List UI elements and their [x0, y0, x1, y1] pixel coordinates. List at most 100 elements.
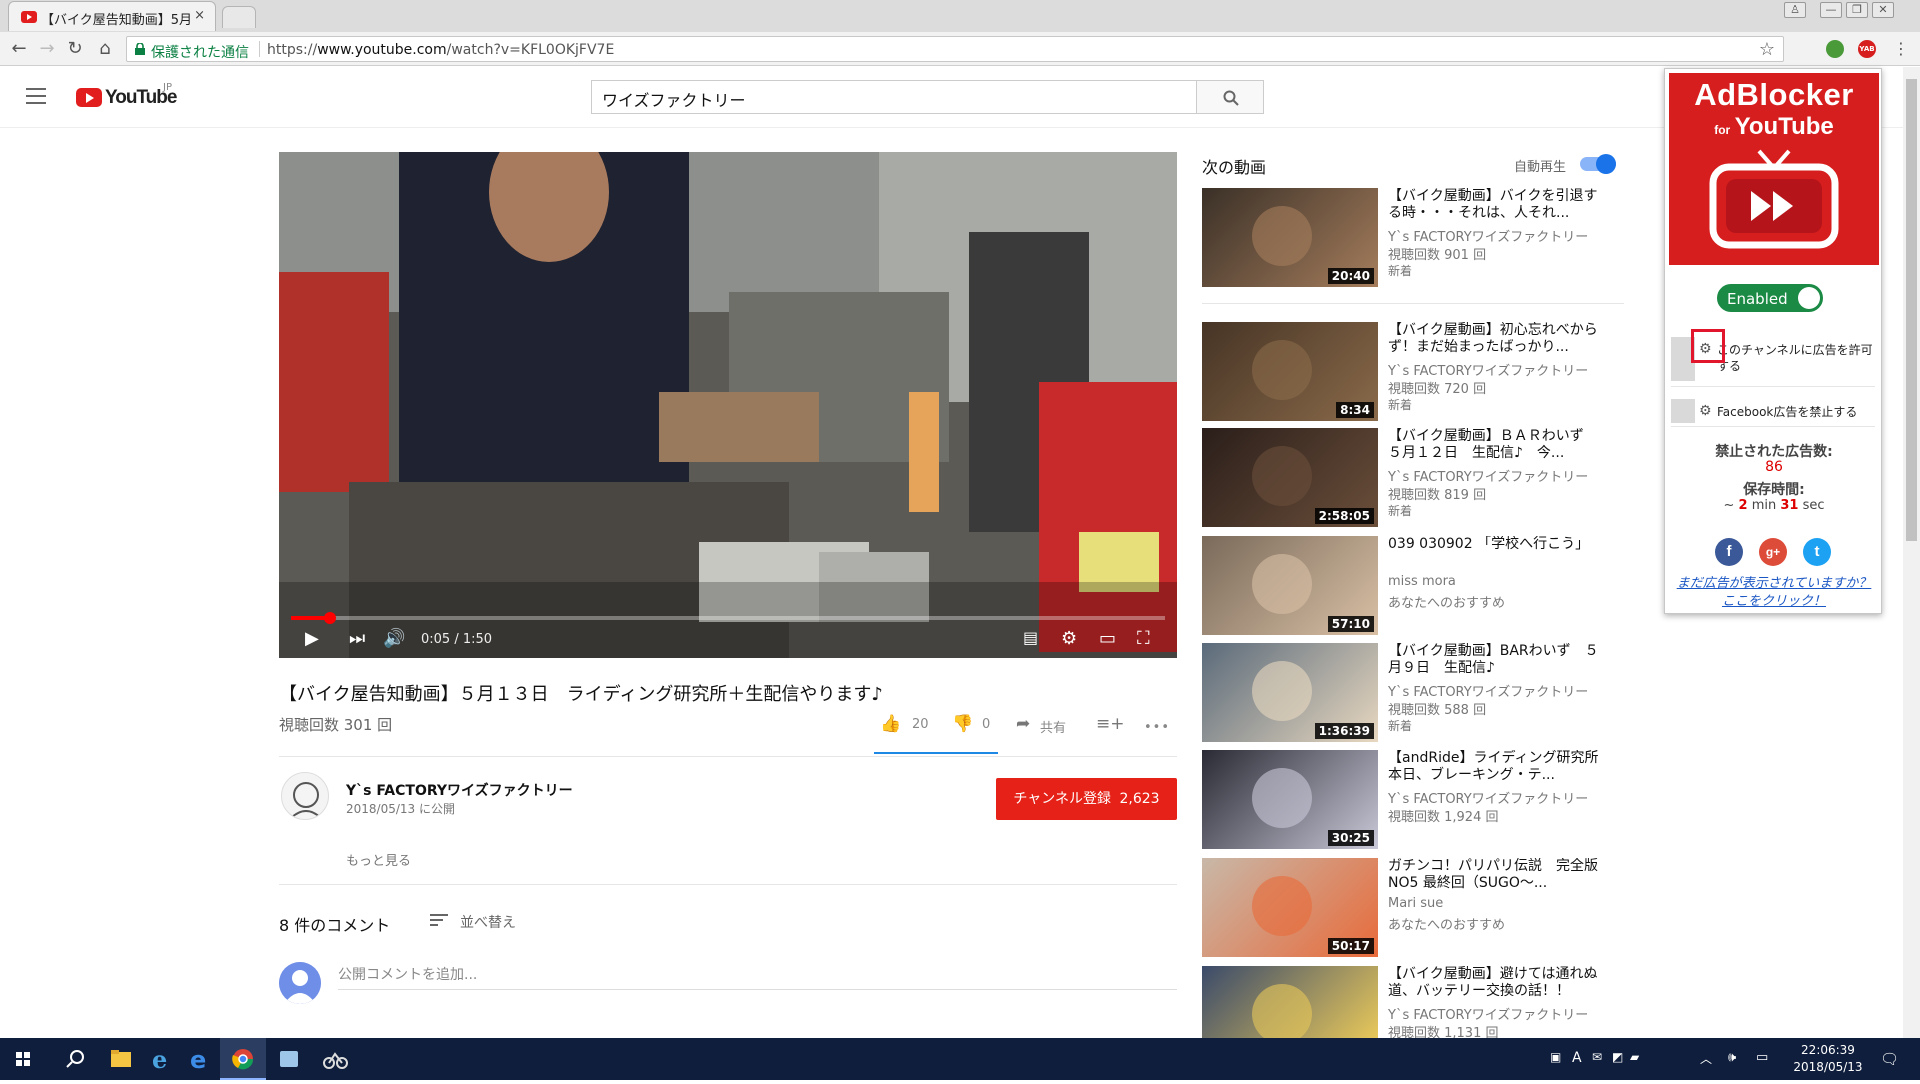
restore-button[interactable]: ❐	[1846, 2, 1868, 18]
enabled-toggle[interactable]: Enabled	[1717, 284, 1823, 312]
video-thumbnail[interactable]: 57:10	[1202, 536, 1378, 635]
more-actions-icon[interactable]: •••	[1144, 720, 1170, 735]
adblocker-title: AdBlocker	[1694, 77, 1854, 112]
video-title[interactable]: ガチンコ！パリパリ伝説 完全版 NO5 最終回（SUGO～...	[1388, 858, 1602, 894]
tray-icon[interactable]: ▰	[1630, 1050, 1639, 1064]
hamburger-menu-icon[interactable]	[26, 88, 46, 104]
comment-input[interactable]: 公開コメントを追加...	[338, 964, 1177, 990]
share-label[interactable]: 共有	[1040, 717, 1066, 736]
new-tab-button[interactable]	[222, 6, 256, 28]
tab-close-icon[interactable]: ×	[194, 8, 205, 23]
play-icon[interactable]: ▶	[305, 628, 319, 649]
network-icon[interactable]: ▭	[1756, 1050, 1768, 1065]
sort-button[interactable]: 並べ替え	[460, 912, 516, 932]
ime-mode-indicator[interactable]: A	[1572, 1050, 1582, 1066]
clock-time[interactable]: 22:06:39	[1790, 1043, 1866, 1057]
recommendation-item[interactable]: 30:25 【andRide】ライディング研究所 本日、ブレーキング・テ... Y`…	[1202, 750, 1622, 850]
back-icon[interactable]: ←	[8, 38, 30, 60]
start-button[interactable]	[0, 1038, 46, 1080]
add-to-playlist-icon[interactable]: ≡+	[1096, 714, 1125, 734]
theater-mode-icon[interactable]: ▭	[1099, 628, 1116, 649]
scrollbar-thumb[interactable]	[1906, 79, 1917, 541]
clock-date[interactable]: 2018/05/13	[1790, 1060, 1866, 1074]
show-hidden-icons-icon[interactable]: ︿	[1700, 1050, 1712, 1067]
video-thumbnail[interactable]: 8:34	[1202, 322, 1378, 421]
secure-connection-label[interactable]: 保護された通信	[151, 42, 249, 62]
tray-icon[interactable]: ✉	[1592, 1050, 1602, 1064]
tab-active[interactable]: 【バイク屋告知動画】5月 ×	[8, 1, 216, 31]
video-thumbnail[interactable]: 1:36:39	[1202, 643, 1378, 742]
chrome-button[interactable]	[220, 1038, 266, 1080]
share-icon[interactable]: ➦	[1016, 714, 1030, 734]
chrome-menu-icon[interactable]: ⋮	[1890, 38, 1912, 60]
notifications-icon[interactable]: 🗨	[1880, 1050, 1899, 1068]
next-icon[interactable]: ⏭	[349, 628, 365, 649]
up-next-label: 次の動画	[1202, 158, 1267, 177]
video-thumbnail[interactable]: 30:25	[1202, 750, 1378, 849]
recommendation-item[interactable]: 57:10 039 030902 「学校へ行こう」 miss mora あなたへのおす…	[1202, 536, 1622, 636]
block-facebook-checkbox[interactable]	[1671, 399, 1695, 423]
video-player[interactable]: ▶ ⏭ 🔊 0:05 / 1:50 ▤ ⚙ ▭ ⛶	[279, 152, 1177, 658]
recommendation-item[interactable]: 2:58:05 【バイク屋動画】ＢＡＲわいず ５月１２日 生配信♪ 今... Y`s…	[1202, 428, 1622, 528]
page-scrollbar[interactable]	[1903, 67, 1920, 1038]
address-bar[interactable]: 保護された通信 https://www.youtube.com/watch?v=…	[126, 36, 1784, 62]
bookmark-star-icon[interactable]: ☆	[1759, 39, 1775, 60]
channel-name[interactable]: Y`s FACTORYワイズファクトリー	[346, 780, 573, 800]
like-icon[interactable]: 👍	[880, 714, 901, 734]
settings-gear-icon[interactable]: ⚙	[1061, 628, 1077, 649]
search-button[interactable]	[1196, 80, 1264, 114]
subtitles-icon[interactable]: ▤	[1023, 628, 1038, 647]
facebook-icon[interactable]: f	[1715, 538, 1743, 566]
adblocker-extension-icon[interactable]: YAB	[1858, 40, 1876, 58]
recommendation-item[interactable]: 【バイク屋動画】避けては通れぬ道、バッテリー交換の話！！ Y`s FACTORYワ…	[1202, 966, 1622, 1046]
profile-icon[interactable]: ♙	[1784, 2, 1806, 18]
volume-icon[interactable]: 🕪	[1728, 1050, 1736, 1065]
blocked-ads-label: 禁止された広告数:	[1715, 444, 1833, 460]
video-title[interactable]: 【andRide】ライディング研究所 本日、ブレーキング・テ...	[1388, 750, 1602, 786]
close-window-button[interactable]: ✕	[1872, 2, 1894, 18]
extension-leaf-icon[interactable]	[1826, 40, 1844, 58]
channel-avatar[interactable]	[281, 772, 329, 820]
show-more-link[interactable]: もっと見る	[346, 850, 411, 869]
gear-icon[interactable]: ⚙	[1699, 403, 1712, 419]
video-thumbnail[interactable]	[1202, 966, 1378, 1038]
recommendation-item[interactable]: 1:36:39 【バイク屋動画】BARわいず ５月９日 生配信♪ Y`s FACTO…	[1202, 643, 1622, 743]
video-title[interactable]: 【バイク屋動画】避けては通れぬ道、バッテリー交換の話！！	[1388, 966, 1602, 1002]
search-input[interactable]: ワイズファクトリー	[591, 80, 1197, 114]
sort-icon[interactable]	[430, 914, 448, 928]
autoplay-toggle[interactable]	[1580, 154, 1616, 174]
video-title[interactable]: 【バイク屋動画】ＢＡＲわいず ５月１２日 生配信♪ 今...	[1388, 428, 1602, 464]
forward-icon[interactable]: →	[36, 38, 58, 60]
tray-icon[interactable]: ▣	[1550, 1050, 1561, 1064]
reload-icon[interactable]: ↻	[64, 38, 86, 60]
recommendation-item[interactable]: 8:34 【バイク屋動画】初心忘れべからず！まだ始まったばっかり... Y`s FA…	[1202, 322, 1622, 422]
video-thumbnail[interactable]: 2:58:05	[1202, 428, 1378, 527]
dislike-icon[interactable]: 👎	[952, 714, 973, 734]
video-thumbnail[interactable]: 20:40	[1202, 188, 1378, 287]
help-link-line2[interactable]: ここをクリック！	[1665, 590, 1883, 609]
twitter-icon[interactable]: t	[1803, 538, 1831, 566]
fullscreen-icon[interactable]: ⛶	[1137, 628, 1150, 649]
minimize-button[interactable]: —	[1820, 2, 1842, 18]
edge-button[interactable]: e	[176, 1038, 222, 1080]
tray-icon[interactable]: ◩	[1612, 1050, 1623, 1064]
home-icon[interactable]: ⌂	[94, 38, 116, 60]
url-host: www.youtube.com	[317, 42, 447, 58]
recommendation-item[interactable]: 20:40 【バイク屋動画】バイクを引退する時・・・それは、人それ... Y`s F…	[1202, 188, 1622, 288]
recommendation-item[interactable]: 50:17 ガチンコ！パリパリ伝説 完全版 NO5 最終回（SUGO～... Mar…	[1202, 858, 1622, 958]
google-plus-icon[interactable]: g+	[1759, 538, 1787, 566]
search-taskbar-button[interactable]	[52, 1038, 98, 1080]
app-button[interactable]	[312, 1038, 358, 1080]
video-title[interactable]: 【バイク屋動画】初心忘れべからず！まだ始まったばっかり...	[1388, 322, 1602, 358]
video-thumbnail[interactable]: 50:17	[1202, 858, 1378, 957]
video-title[interactable]: 039 030902 「学校へ行こう」	[1388, 536, 1602, 572]
url-text[interactable]: https://www.youtube.com/watch?v=KFL0OKjF…	[267, 42, 614, 58]
video-title[interactable]: 【バイク屋動画】バイクを引退する時・・・それは、人それ...	[1388, 188, 1602, 224]
app-button[interactable]	[266, 1038, 312, 1080]
subscribe-button[interactable]: チャンネル登録 2,623	[996, 778, 1177, 820]
volume-icon[interactable]: 🔊	[383, 628, 405, 649]
progress-bar[interactable]	[291, 612, 1165, 624]
block-facebook-option[interactable]: ⚙ Facebook広告を禁止する	[1671, 399, 1875, 427]
video-title[interactable]: 【バイク屋動画】BARわいず ５月９日 生配信♪	[1388, 643, 1602, 679]
help-link-line1[interactable]: まだ広告が表示されていますか？	[1665, 572, 1883, 591]
